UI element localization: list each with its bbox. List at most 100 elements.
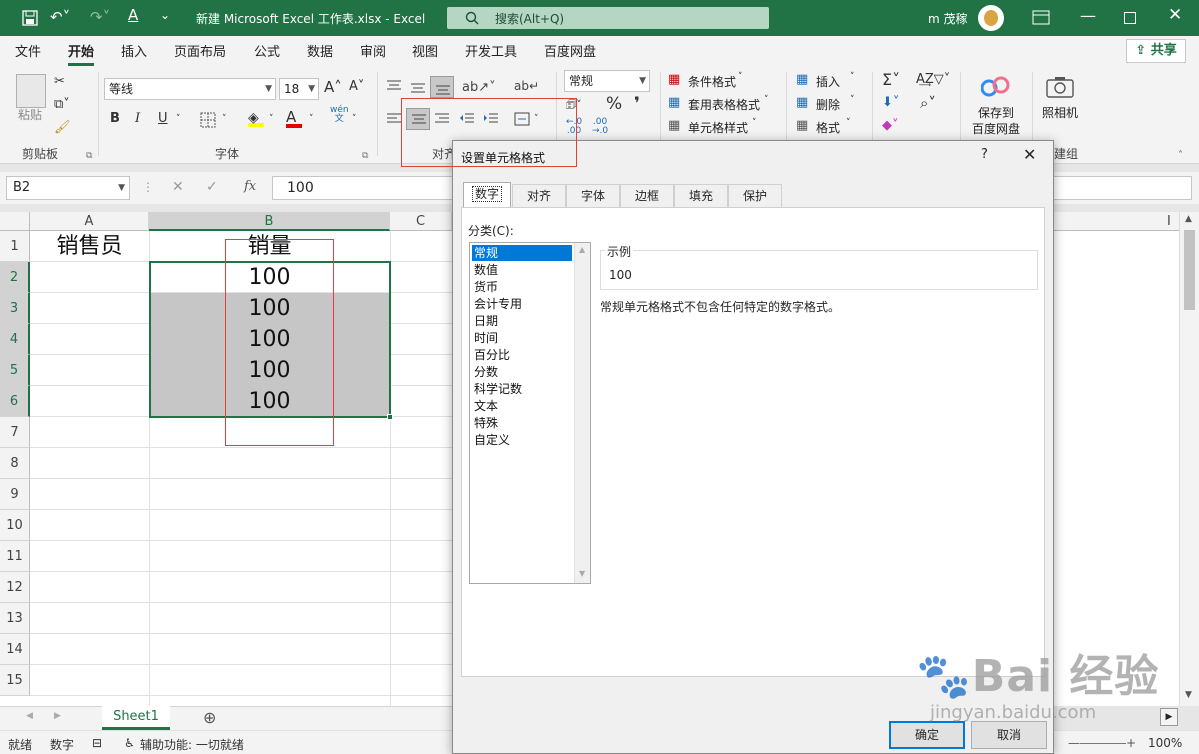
- scroll-up-icon[interactable]: ▲: [579, 245, 585, 254]
- row-header-14[interactable]: 14: [0, 634, 30, 665]
- camera-icon[interactable]: [1046, 76, 1074, 98]
- chevron-down-icon[interactable]: ˅: [534, 109, 539, 129]
- macro-record-icon[interactable]: ⊟: [92, 736, 102, 750]
- tab-baidu-netdisk[interactable]: 百度网盘: [544, 41, 596, 60]
- column-header-i[interactable]: I: [1167, 214, 1171, 229]
- dialog-close-icon[interactable]: ✕: [1023, 145, 1036, 164]
- font-name-select[interactable]: 等线 ▼: [104, 78, 276, 100]
- tab-data[interactable]: 数据: [307, 41, 333, 60]
- decrease-decimal-icon[interactable]: .00 →.0: [592, 118, 608, 136]
- select-all-corner[interactable]: [0, 212, 30, 231]
- row-header-2[interactable]: 2: [0, 262, 30, 293]
- cell-b2[interactable]: 100: [149, 262, 390, 293]
- save-icon[interactable]: [22, 10, 38, 26]
- bottom-align-button[interactable]: [430, 76, 454, 98]
- format-painter-icon[interactable]: 🖌: [54, 118, 71, 138]
- row-header-4[interactable]: 4: [0, 324, 30, 355]
- category-item[interactable]: 百分比: [472, 347, 572, 363]
- category-item[interactable]: 科学记数: [472, 381, 572, 397]
- cancel-entry-icon[interactable]: ✕: [172, 179, 184, 195]
- dialog-tab-fill[interactable]: 填充: [674, 184, 728, 208]
- bold-button[interactable]: B: [110, 109, 120, 129]
- comma-style-icon[interactable]: ❜: [634, 94, 640, 114]
- format-table-icon[interactable]: ▦: [668, 93, 680, 113]
- row-header-6[interactable]: 6: [0, 386, 30, 417]
- cell-b3[interactable]: 100: [149, 293, 390, 324]
- name-box[interactable]: B2 ▼: [6, 176, 130, 200]
- dialog-tab-alignment[interactable]: 对齐: [512, 184, 566, 208]
- accounting-format-icon[interactable]: 🗊˅: [566, 95, 582, 115]
- collapse-ribbon-icon[interactable]: ˄: [1178, 146, 1183, 166]
- category-item[interactable]: 日期: [472, 313, 572, 329]
- clear-icon[interactable]: ◆˅: [882, 116, 899, 136]
- camera-button[interactable]: 照相机: [1042, 104, 1078, 121]
- paste-icon[interactable]: [16, 74, 46, 108]
- cell-styles-icon[interactable]: ▦: [668, 116, 680, 136]
- font-size-select[interactable]: 18 ▼: [279, 78, 319, 100]
- category-item[interactable]: 时间: [472, 330, 572, 346]
- italic-button[interactable]: I: [135, 109, 140, 129]
- scroll-down-icon[interactable]: ▼: [1185, 690, 1192, 700]
- cell-b6[interactable]: 100: [149, 386, 390, 417]
- prev-sheet-icon[interactable]: ◀: [26, 711, 33, 721]
- tab-review[interactable]: 审阅: [360, 41, 386, 60]
- insert-cells-icon[interactable]: ▦: [796, 70, 808, 90]
- row-header-5[interactable]: 5: [0, 355, 30, 386]
- search-input[interactable]: 搜索(Alt+Q): [447, 7, 769, 29]
- customize-toolbar-icon[interactable]: ⌄: [160, 8, 170, 22]
- underline-button[interactable]: U: [158, 109, 168, 129]
- dialog-tab-border[interactable]: 边框: [620, 184, 674, 208]
- row-header-9[interactable]: 9: [0, 479, 30, 510]
- cancel-button[interactable]: 取消: [971, 721, 1047, 749]
- sheet-tab-sheet1[interactable]: Sheet1: [102, 706, 170, 730]
- row-header-12[interactable]: 12: [0, 572, 30, 603]
- increase-font-icon[interactable]: A˄: [324, 77, 342, 97]
- wrap-text-icon[interactable]: ab↵: [514, 76, 539, 96]
- font-launcher-icon[interactable]: ⧉: [362, 146, 368, 166]
- category-item[interactable]: 分数: [472, 364, 572, 380]
- cell-b5[interactable]: 100: [149, 355, 390, 386]
- chevron-down-icon[interactable]: ˅: [309, 109, 314, 129]
- row-header-13[interactable]: 13: [0, 603, 30, 634]
- row-header-10[interactable]: 10: [0, 510, 30, 541]
- insert-cells-button[interactable]: 插入: [816, 73, 840, 90]
- row-header-8[interactable]: 8: [0, 448, 30, 479]
- zoom-out-icon[interactable]: —: [1068, 736, 1080, 750]
- chevron-down-icon[interactable]: ˅: [222, 109, 227, 129]
- format-cells-button[interactable]: 格式: [816, 119, 840, 136]
- align-right-icon[interactable]: [434, 112, 450, 126]
- next-sheet-icon[interactable]: ▶: [54, 711, 61, 721]
- dialog-tab-number[interactable]: 数字: [463, 182, 511, 208]
- find-select-icon[interactable]: ⌕˅: [920, 93, 936, 113]
- ribbon-display-icon[interactable]: [1032, 10, 1050, 26]
- cut-icon[interactable]: ✂: [54, 72, 65, 92]
- row-header-1[interactable]: 1: [0, 231, 30, 262]
- align-center-button[interactable]: [406, 108, 430, 130]
- zoom-level[interactable]: 100%: [1148, 736, 1182, 750]
- share-button[interactable]: ⇪ 共享: [1126, 39, 1186, 63]
- category-item[interactable]: 数值: [472, 262, 572, 278]
- user-name[interactable]: m 茂稼: [928, 10, 968, 27]
- category-item[interactable]: 货币: [472, 279, 572, 295]
- row-header-7[interactable]: 7: [0, 417, 30, 448]
- orientation-icon[interactable]: ab↗˅: [462, 78, 496, 98]
- percent-button[interactable]: %: [606, 94, 622, 114]
- tab-formulas[interactable]: 公式: [254, 41, 280, 60]
- format-cells-icon[interactable]: ▦: [796, 116, 808, 136]
- close-icon[interactable]: ✕: [1168, 5, 1182, 25]
- font-color-quick-icon[interactable]: A: [128, 6, 138, 24]
- cell-a1[interactable]: 销售员: [30, 231, 149, 262]
- paste-button[interactable]: 粘贴: [18, 106, 42, 123]
- insert-function-icon[interactable]: fx: [244, 179, 256, 194]
- top-align-icon[interactable]: [386, 80, 402, 94]
- align-left-icon[interactable]: [386, 112, 402, 126]
- category-scrollbar[interactable]: ▲ ▼: [574, 243, 590, 583]
- minimize-icon[interactable]: —: [1080, 6, 1096, 25]
- row-header-3[interactable]: 3: [0, 293, 30, 324]
- chevron-down-icon[interactable]: ˅: [352, 109, 357, 129]
- copy-icon[interactable]: ⧉˅: [54, 95, 70, 115]
- confirm-entry-icon[interactable]: ✓: [206, 179, 218, 195]
- dialog-tab-font[interactable]: 字体: [566, 184, 620, 208]
- scroll-up-icon[interactable]: ▲: [1185, 214, 1192, 224]
- column-header-b[interactable]: B: [149, 212, 390, 231]
